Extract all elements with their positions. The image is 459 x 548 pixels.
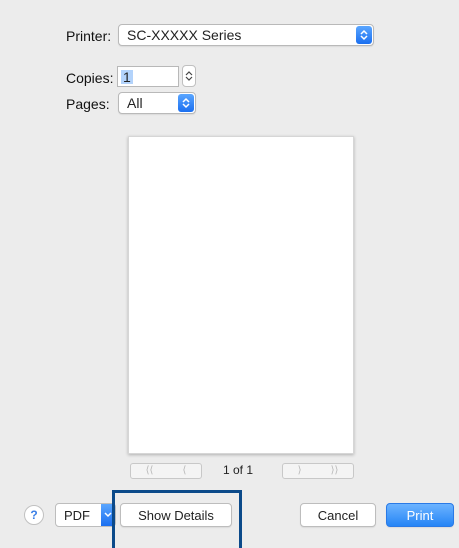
pages-popup[interactable]: All	[118, 92, 196, 114]
pdf-menu-button[interactable]: PDF	[55, 503, 116, 527]
pdf-label: PDF	[64, 507, 90, 523]
previous-page-icon[interactable]: ⟨	[183, 464, 187, 478]
show-details-button[interactable]: Show Details	[120, 503, 232, 527]
chevron-down-icon	[101, 504, 115, 526]
page-count: 1 of 1	[223, 463, 254, 477]
first-page-icon[interactable]: ⟨⟨	[146, 464, 154, 478]
copies-field[interactable]: 1	[117, 66, 179, 87]
cancel-button[interactable]: Cancel	[300, 503, 376, 527]
last-page-icon[interactable]: ⟩⟩	[331, 464, 339, 478]
print-preview-page	[128, 136, 354, 454]
popup-arrows-icon	[178, 94, 194, 112]
copies-stepper[interactable]	[182, 65, 196, 87]
print-button[interactable]: Print	[386, 503, 454, 527]
next-page-icon[interactable]: ⟩	[298, 464, 302, 478]
copies-value: 1	[121, 68, 133, 85]
printer-value: SC-XXXXX Series	[127, 27, 242, 43]
help-button[interactable]: ?	[24, 505, 44, 525]
preview-next-buttons[interactable]: ⟩ ⟩⟩	[282, 463, 354, 479]
popup-arrows-icon	[356, 26, 372, 44]
pages-value: All	[127, 95, 143, 111]
printer-popup[interactable]: SC-XXXXX Series	[118, 24, 374, 46]
stepper-arrows-icon	[185, 71, 193, 81]
copies-label: Copies:	[66, 70, 114, 86]
pages-label: Pages:	[66, 96, 110, 112]
preview-prev-buttons[interactable]: ⟨⟨ ⟨	[130, 463, 202, 479]
printer-label: Printer:	[66, 28, 112, 44]
